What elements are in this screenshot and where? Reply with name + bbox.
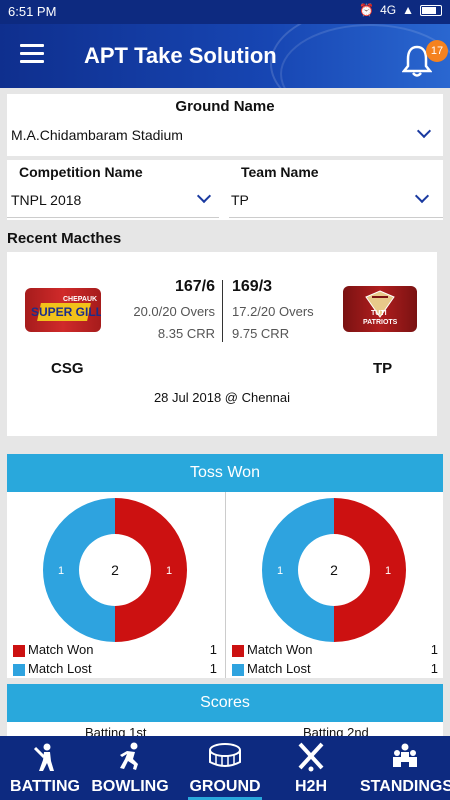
chevron-down-icon xyxy=(414,188,430,204)
nav-h2h[interactable]: H2H xyxy=(276,736,346,800)
filter-card: Competition Name TNPL 2018 Team Name TP xyxy=(7,160,443,220)
score-divider xyxy=(222,280,223,342)
legend-swatch-lost xyxy=(232,663,244,676)
status-time: 6:51 PM xyxy=(8,4,57,19)
legend-won-label: Match Won xyxy=(247,642,313,657)
team1-overs: 20.0/20 Overs xyxy=(133,304,215,319)
status-icons: ⏰ 4G ▲ xyxy=(359,3,442,17)
legend-lost-value: 1 xyxy=(430,661,438,676)
ground-value: M.A.Chidambaram Stadium xyxy=(11,127,183,143)
status-bar: 6:51 PM ⏰ 4G ▲ xyxy=(0,0,450,24)
team2-crr: 9.75 CRR xyxy=(232,326,290,341)
chevron-down-icon xyxy=(196,188,212,204)
team-value: TP xyxy=(231,192,249,208)
legend-won-right: Match Won 1 xyxy=(232,642,438,657)
nav-label: GROUND xyxy=(189,778,261,795)
nav-batting[interactable]: BATTING xyxy=(0,736,90,800)
runner-icon xyxy=(120,742,138,770)
stadium-icon xyxy=(209,743,241,767)
people-icon xyxy=(393,743,417,767)
team1-crr: 8.35 CRR xyxy=(157,326,215,341)
nav-bowling[interactable]: BOWLING xyxy=(88,736,172,800)
nav-label: BATTING xyxy=(10,778,80,795)
toss-donut-chart-1: 1 1 2 xyxy=(42,498,188,642)
ground-label: Ground Name xyxy=(175,98,275,115)
battery-icon xyxy=(420,4,442,16)
lost-slice-label: 1 xyxy=(58,565,64,577)
recent-matches-title: Recent Macthes xyxy=(7,230,122,247)
lost-slice xyxy=(42,498,116,642)
team2-overs: 17.2/20 Overs xyxy=(232,304,314,319)
legend-won-label: Match Won xyxy=(28,642,94,657)
won-slice-label: 1 xyxy=(166,565,172,577)
team1-logo-text: SUPER GILLI xyxy=(31,305,101,319)
ground-select[interactable]: M.A.Chidambaram Stadium xyxy=(7,122,443,152)
team2-score: 169/3 xyxy=(232,278,273,295)
alarm-icon: ⏰ xyxy=(359,3,375,17)
legend-lost-right: Match Lost 1 xyxy=(232,661,438,676)
app-bar: APT Take Solution 17 xyxy=(0,24,450,88)
signal-icon: ▲ xyxy=(402,3,414,17)
nav-standings[interactable]: STANDINGS xyxy=(360,736,450,800)
crossed-bats-icon xyxy=(298,742,324,772)
team-select[interactable]: Team Name TP xyxy=(229,160,443,218)
batsman-icon xyxy=(33,743,54,771)
team2-logo-text: PATRIOTS xyxy=(363,319,398,326)
toss-won-card: 1 1 2 1 1 2 Match Won 1 Match Lost 1 Match W… xyxy=(7,492,443,678)
team1-logo: CHEPAUK SUPER GILLI xyxy=(25,288,101,332)
notification-badge: 17 xyxy=(426,40,448,62)
toss-divider xyxy=(225,492,226,678)
donut-center-total: 2 xyxy=(111,562,119,578)
won-slice xyxy=(115,498,188,642)
team2-logo: TUTI PATRIOTS xyxy=(343,286,417,332)
legend-won-left: Match Won 1 xyxy=(13,642,219,657)
network-label: 4G xyxy=(380,3,397,17)
chevron-down-icon xyxy=(416,123,432,139)
legend-lost-value: 1 xyxy=(209,661,217,676)
legend-won-value: 1 xyxy=(430,642,438,657)
team1-name: CSG xyxy=(51,360,84,377)
won-slice-label: 1 xyxy=(385,565,391,577)
toss-donut-chart-2: 1 1 2 xyxy=(261,498,407,642)
menu-icon[interactable] xyxy=(20,44,44,64)
team1-logo-small: CHEPAUK xyxy=(63,296,98,303)
nav-label: STANDINGS xyxy=(360,778,450,795)
legend-lost-left: Match Lost 1 xyxy=(13,661,219,676)
app-title: APT Take Solution xyxy=(84,43,277,68)
competition-value: TNPL 2018 xyxy=(11,192,82,208)
nav-label: BOWLING xyxy=(91,778,169,795)
team1-score: 167/6 xyxy=(174,278,215,295)
donut-center-total: 2 xyxy=(330,562,338,578)
legend-lost-label: Match Lost xyxy=(247,661,311,676)
lost-slice xyxy=(261,498,334,642)
nav-label: H2H xyxy=(294,778,327,795)
team2-name: TP xyxy=(373,360,393,377)
won-slice xyxy=(334,498,407,642)
bottom-navigation: BATTING BOWLING GROUND H2H STANDINGS xyxy=(0,736,450,800)
ground-card: Ground Name M.A.Chidambaram Stadium xyxy=(7,94,443,156)
competition-label: Competition Name xyxy=(19,164,143,180)
team2-logo-small: TUTI xyxy=(371,310,387,317)
match-card[interactable]: CHEPAUK SUPER GILLI TUTI PATRIOTS 167/6 … xyxy=(7,252,437,436)
legend-won-value: 1 xyxy=(209,642,217,657)
scores-header: Scores xyxy=(7,684,443,722)
toss-won-header: Toss Won xyxy=(7,454,443,492)
legend-swatch-won xyxy=(13,644,25,657)
match-date: 28 Jul 2018 @ Chennai xyxy=(153,390,291,405)
nav-ground[interactable]: GROUND xyxy=(180,736,270,800)
legend-swatch-won xyxy=(232,644,244,657)
legend-lost-label: Match Lost xyxy=(28,661,92,676)
competition-select[interactable]: Competition Name TNPL 2018 xyxy=(7,160,219,218)
legend-swatch-lost xyxy=(13,663,25,676)
team-label: Team Name xyxy=(241,164,319,180)
lost-slice-label: 1 xyxy=(277,565,283,577)
